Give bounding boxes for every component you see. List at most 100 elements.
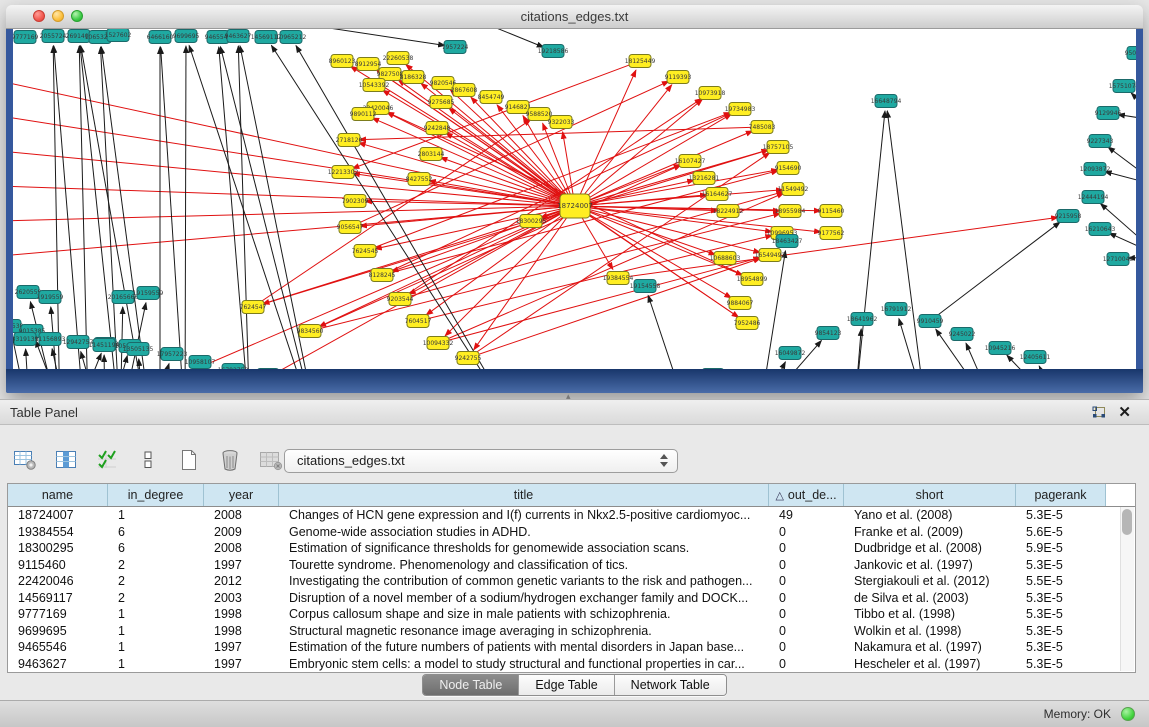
network-canvas[interactable]: 9777169205572426914061065328715276026466… bbox=[13, 29, 1136, 369]
table-settings-button[interactable] bbox=[12, 447, 38, 473]
scrollbar-thumb[interactable] bbox=[1122, 509, 1132, 535]
graph-node[interactable]: 12444194 bbox=[1078, 191, 1109, 204]
graph-edge[interactable] bbox=[79, 46, 90, 369]
table-row[interactable]: 1830029562008Estimation of significance … bbox=[8, 540, 1135, 557]
graph-edge[interactable] bbox=[120, 303, 146, 369]
graph-edge[interactable] bbox=[648, 295, 690, 369]
row-height-button[interactable] bbox=[135, 447, 161, 473]
graph-node[interactable]: 12710045 bbox=[1103, 253, 1134, 266]
graph-node[interactable]: 22260538 bbox=[383, 52, 414, 65]
graph-edge[interactable] bbox=[189, 45, 320, 369]
graph-node[interactable]: 16648794 bbox=[871, 95, 902, 108]
delete-column-button[interactable] bbox=[217, 447, 243, 473]
graph-node[interactable]: 2803144 bbox=[418, 148, 445, 161]
graph-node[interactable]: 18954899 bbox=[737, 273, 768, 286]
graph-edge[interactable] bbox=[238, 46, 250, 369]
column-header-year[interactable]: year bbox=[204, 484, 279, 506]
column-header-out_de[interactable]: △out_de... bbox=[769, 484, 844, 506]
graph-node[interactable]: 8128245 bbox=[369, 269, 396, 282]
graph-node[interactable]: 18641962 bbox=[847, 313, 878, 326]
graph-node[interactable]: 11549492 bbox=[778, 183, 809, 196]
graph-node[interactable]: 1919559 bbox=[37, 291, 64, 304]
graph-node[interactable]: 9115460 bbox=[818, 205, 845, 218]
graph-node[interactable]: 8960123 bbox=[329, 55, 356, 68]
graph-node[interactable]: 19159559 bbox=[133, 287, 164, 300]
graph-node[interactable]: 7957224 bbox=[442, 41, 469, 54]
graph-edge[interactable] bbox=[54, 46, 90, 369]
select-columns-button[interactable] bbox=[53, 447, 79, 473]
graph-node[interactable]: 15751074 bbox=[1109, 80, 1136, 93]
graph-node[interactable]: 1527602 bbox=[105, 29, 132, 42]
graph-node[interactable]: 9056547 bbox=[337, 221, 364, 234]
graph-node[interactable]: 11156893 bbox=[35, 333, 66, 346]
graph-node[interactable]: 7624547 bbox=[240, 301, 267, 314]
graph-node[interactable]: 10965212 bbox=[276, 31, 307, 44]
graph-edge[interactable] bbox=[760, 362, 785, 369]
graph-node[interactable]: 9177562 bbox=[818, 227, 845, 240]
column-header-in_degree[interactable]: in_degree bbox=[108, 484, 204, 506]
graph-node[interactable]: 18463427 bbox=[772, 235, 803, 248]
graph-node[interactable]: 9699695 bbox=[173, 30, 200, 43]
graph-edge[interactable] bbox=[81, 46, 160, 369]
graph-node[interactable]: 8186328 bbox=[400, 71, 427, 84]
graph-node[interactable]: 9910459 bbox=[917, 315, 944, 328]
graph-node[interactable]: 9834560 bbox=[297, 325, 324, 338]
graph-node[interactable]: 18757105 bbox=[763, 141, 794, 154]
graph-node[interactable]: 9203544 bbox=[387, 293, 414, 306]
network-graph[interactable]: 9777169205572426914061065328715276026466… bbox=[13, 29, 1136, 369]
graph-node[interactable]: 19218586 bbox=[538, 45, 569, 58]
graph-node[interactable]: 16791912 bbox=[881, 303, 912, 316]
graph-node[interactable]: 9227343 bbox=[1087, 135, 1114, 148]
graph-node[interactable]: 10688603 bbox=[710, 252, 741, 265]
graph-node[interactable]: 2055724 bbox=[40, 30, 67, 43]
graph-edge[interactable] bbox=[1108, 147, 1136, 186]
graph-node[interactable]: 10945216 bbox=[985, 342, 1016, 355]
graph-edge[interactable] bbox=[120, 307, 123, 369]
graph-edge[interactable] bbox=[372, 118, 575, 206]
table-row[interactable]: 1938455462009Genome-wide association stu… bbox=[8, 524, 1135, 541]
table-row[interactable]: 911546021997Tourette syndrome. Phenomeno… bbox=[8, 557, 1135, 574]
graph-node[interactable]: 17957223 bbox=[157, 348, 188, 361]
graph-node[interactable]: 19154558 bbox=[630, 280, 661, 293]
graph-node[interactable]: 10958107 bbox=[185, 356, 216, 369]
graph-node[interactable]: 9119393 bbox=[665, 71, 692, 84]
column-header-name[interactable]: name bbox=[8, 484, 108, 506]
graph-edge[interactable] bbox=[220, 47, 320, 369]
graph-node[interactable]: 8912954 bbox=[355, 58, 382, 71]
graph-node[interactable]: 9215958 bbox=[1055, 210, 1082, 223]
graph-edge[interactable] bbox=[26, 349, 30, 369]
graph-edge[interactable] bbox=[101, 47, 120, 369]
graph-node[interactable]: 12213302 bbox=[328, 166, 359, 179]
graph-node[interactable]: 2867608 bbox=[451, 84, 478, 97]
column-header-short[interactable]: short bbox=[844, 484, 1016, 506]
table-row[interactable]: 946362711997Embryonic stem cells: a mode… bbox=[8, 656, 1135, 673]
graph-node[interactable]: 9245022 bbox=[949, 328, 976, 341]
graph-node[interactable]: 9154690 bbox=[775, 162, 802, 175]
graph-node[interactable]: 2718120 bbox=[336, 134, 363, 147]
table-select[interactable]: citations_edges.txt bbox=[284, 449, 678, 473]
graph-node[interactable]: 13505135 bbox=[123, 343, 154, 356]
graph-edge[interactable] bbox=[1105, 172, 1136, 186]
graph-node[interactable]: 9890112 bbox=[350, 108, 377, 121]
float-panel-button[interactable] bbox=[1091, 405, 1107, 421]
graph-edge[interactable] bbox=[219, 47, 250, 369]
graph-edge[interactable] bbox=[53, 46, 60, 369]
graph-node[interactable]: 16549492 bbox=[755, 249, 786, 262]
graph-node[interactable]: 9275685 bbox=[428, 96, 455, 109]
graph-node[interactable]: 7485083 bbox=[749, 121, 776, 134]
graph-node[interactable]: 18724007 bbox=[557, 194, 593, 218]
graph-node[interactable]: 9777169 bbox=[13, 31, 39, 44]
vertical-scrollbar[interactable] bbox=[1120, 507, 1134, 671]
graph-node[interactable]: 9884067 bbox=[727, 297, 754, 310]
graph-node[interactable]: 16049872 bbox=[775, 347, 806, 360]
select-rows-button[interactable] bbox=[94, 447, 120, 473]
close-panel-button[interactable]: ✕ bbox=[1118, 403, 1131, 421]
graph-edge[interactable] bbox=[70, 353, 101, 369]
graph-edge[interactable] bbox=[104, 355, 105, 369]
import-table-button[interactable] bbox=[258, 447, 284, 473]
graph-node[interactable]: 19734983 bbox=[725, 103, 756, 116]
table-row[interactable]: 1456911722003Disruption of a novel membe… bbox=[8, 590, 1135, 607]
graph-node[interactable]: 9242848 bbox=[424, 122, 451, 135]
graph-edge[interactable] bbox=[930, 222, 1060, 321]
graph-node[interactable]: 18224912 bbox=[713, 205, 744, 218]
